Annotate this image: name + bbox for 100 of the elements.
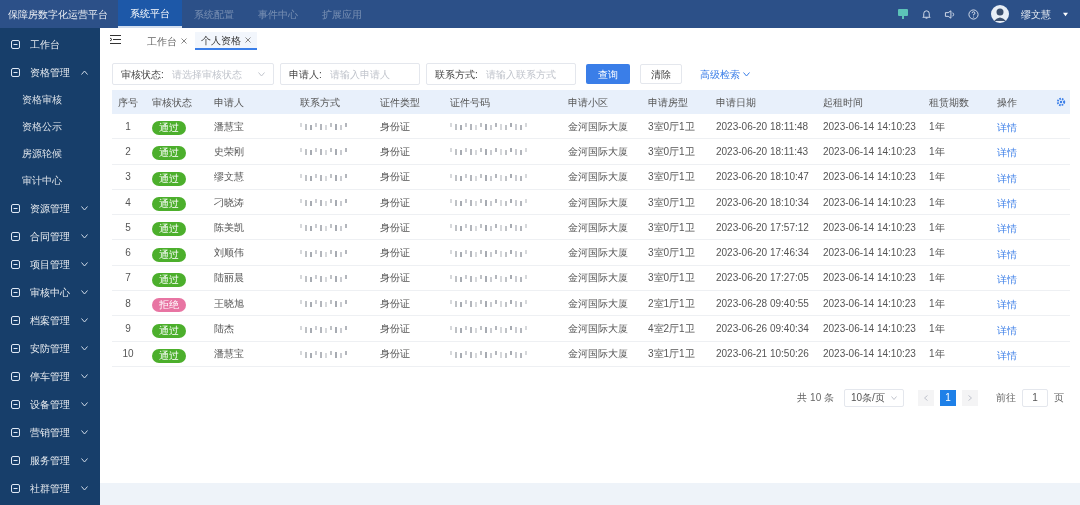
table-cell-text: 身份证 (379, 119, 411, 134)
search-button[interactable]: 查询 (586, 64, 630, 84)
page-tab[interactable]: 个人资格 (195, 32, 257, 50)
column-header: 申请日期 (715, 95, 757, 110)
monitor-icon[interactable] (897, 8, 909, 20)
table-cell-text: 3室0厅1卫 (647, 144, 696, 159)
status-badge: 通过 (152, 171, 186, 186)
close-icon[interactable] (181, 38, 187, 44)
redacted-text (300, 122, 348, 131)
dropdown-icon (258, 71, 265, 77)
table-cell-text: 1年 (928, 170, 946, 185)
sidebar-item[interactable]: 营销管理 (0, 418, 100, 446)
table-cell-text: 身份证 (379, 271, 411, 286)
table-cell-text: 7 (124, 271, 132, 286)
details-link[interactable]: 详情 (997, 172, 1017, 184)
sidebar-item[interactable]: 服务管理 (0, 446, 100, 474)
chevron-icon (743, 71, 750, 77)
user-name[interactable]: 缪文慧 (1021, 6, 1051, 22)
details-link[interactable]: 详情 (997, 248, 1017, 260)
table-cell-text: 3室0厅1卫 (647, 195, 696, 210)
sidebar-subitem[interactable]: 资格审核 (0, 86, 100, 113)
module-icon (10, 286, 21, 298)
page-tab[interactable]: 工作台 (141, 32, 193, 50)
bell-icon[interactable] (921, 8, 932, 20)
table-cell-text: 陆丽晨 (213, 271, 245, 286)
advanced-search-link[interactable]: 高级检索 (700, 66, 750, 82)
sidebar-item[interactable]: 工作台 (0, 30, 100, 58)
sidebar-item[interactable]: 设备管理 (0, 390, 100, 418)
table-cell-text: 2023-06-14 14:10:23 (822, 246, 917, 261)
menu-fold-icon[interactable] (110, 35, 121, 44)
module-icon (10, 398, 21, 410)
speaker-icon[interactable] (944, 8, 956, 20)
table-cell-text: 3 (124, 170, 132, 185)
column-header: 操作 (996, 95, 1018, 110)
details-link[interactable]: 详情 (997, 349, 1017, 361)
table-cell-text: 1年 (928, 271, 946, 286)
table-cell-text: 5 (124, 220, 132, 235)
table-cell-text: 金河国际大厦 (567, 246, 629, 261)
details-link[interactable]: 详情 (997, 299, 1017, 311)
settings-icon[interactable] (1056, 97, 1066, 107)
status-badge: 通过 (152, 197, 186, 212)
table-cell-text: 陆杰 (213, 322, 235, 336)
table-cell-text: 3室0厅1卫 (647, 119, 696, 134)
table-cell-text: 1年 (928, 119, 946, 134)
table-cell-text: 3室0厅1卫 (647, 246, 696, 261)
dropdown-icon (891, 395, 897, 400)
details-link[interactable]: 详情 (997, 223, 1017, 235)
column-header: 申请小区 (567, 95, 609, 110)
sidebar-item[interactable]: 合同管理 (0, 222, 100, 250)
sidebar-item[interactable]: 资源管理 (0, 194, 100, 222)
goto-label: 前往 (996, 391, 1016, 406)
table-cell-text: 身份证 (379, 220, 411, 235)
close-icon[interactable] (245, 37, 251, 43)
page-size-select[interactable]: 10条/页 (844, 388, 904, 407)
nav-tab[interactable]: 系统平台 (118, 0, 182, 28)
sidebar-subitem[interactable]: 资格公示 (0, 113, 100, 140)
sidebar-subitem[interactable]: 审计中心 (0, 167, 100, 194)
redacted-text (300, 273, 348, 282)
redacted-text (300, 349, 348, 358)
sidebar-item[interactable]: 停车管理 (0, 362, 100, 390)
table-cell-text: 8 (124, 296, 132, 311)
column-header: 起租时间 (822, 95, 864, 110)
table-cell-text: 3室0厅1卫 (647, 170, 696, 185)
table-cell-text: 6 (124, 246, 132, 261)
module-icon (10, 202, 21, 214)
table-cell-text: 金河国际大厦 (567, 296, 629, 311)
page-number-button[interactable]: 1 (940, 389, 956, 406)
module-icon (10, 454, 21, 466)
table-cell-text: 2023-06-14 14:10:23 (822, 144, 917, 159)
sidebar-item[interactable]: 审核中心 (0, 278, 100, 306)
page-input[interactable]: 1 (1022, 388, 1048, 407)
help-icon[interactable] (968, 8, 979, 20)
table-cell-text: 1 (124, 119, 132, 134)
table-cell-text: 2023-06-20 17:46:34 (715, 246, 810, 261)
details-link[interactable]: 详情 (997, 324, 1017, 336)
chevron-right-icon (968, 394, 972, 401)
table-cell-text: 刘顺伟 (213, 246, 245, 261)
details-link[interactable]: 详情 (997, 122, 1017, 134)
sidebar-item[interactable]: 档案管理 (0, 306, 100, 334)
table-cell-text: 2023-06-14 14:10:23 (822, 170, 917, 185)
details-link[interactable]: 详情 (997, 147, 1017, 159)
filter-label: 申请人: (289, 67, 322, 82)
table-cell-text: 身份证 (379, 296, 411, 311)
sidebar-item[interactable]: 社群管理 (0, 474, 100, 502)
details-link[interactable]: 详情 (997, 273, 1017, 285)
table-cell-text: 1年 (928, 144, 946, 159)
status-badge: 通过 (152, 247, 186, 262)
sidebar-item[interactable]: 安防管理 (0, 334, 100, 362)
avatar[interactable] (991, 5, 1009, 23)
table-cell-text: 3室0厅1卫 (647, 220, 696, 235)
clear-button[interactable]: 清除 (640, 64, 682, 84)
sidebar-subitem[interactable]: 房源轮候 (0, 140, 100, 167)
details-link[interactable]: 详情 (997, 198, 1017, 210)
table-cell-text: 1年 (928, 195, 946, 210)
table-cell-text: 王晓旭 (213, 296, 245, 311)
sidebar-item[interactable]: 资格管理 (0, 58, 100, 86)
table-cell-text: 金河国际大厦 (567, 322, 629, 336)
caret-icon[interactable] (1063, 11, 1068, 17)
table-cell-text: 2023-06-20 17:27:05 (715, 271, 810, 286)
sidebar-item[interactable]: 项目管理 (0, 250, 100, 278)
